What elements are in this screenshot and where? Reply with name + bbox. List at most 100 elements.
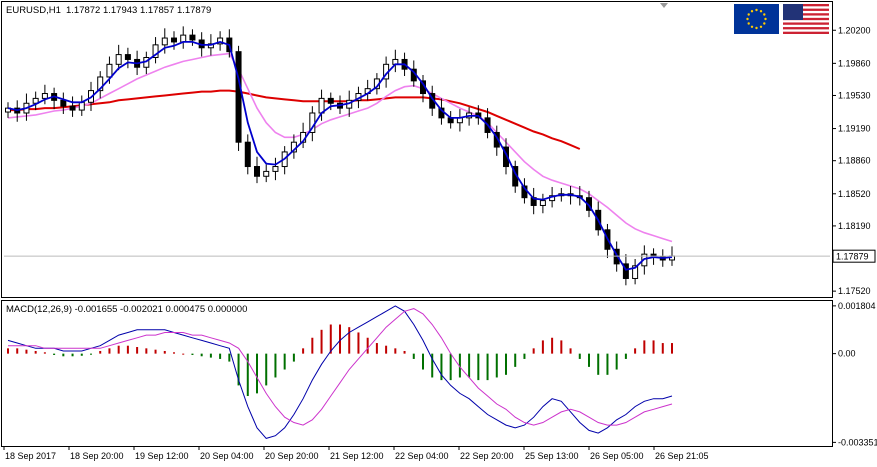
- macd-histogram-bar: [219, 353, 222, 359]
- eu-flag-star: [750, 10, 754, 13]
- x-tick-label: 21 Sep 12:00: [330, 451, 384, 461]
- eu-flag-star: [750, 25, 754, 28]
- macd-histogram-bar: [311, 337, 314, 354]
- price-tick-label: 1.19530: [838, 90, 871, 100]
- candle-body: [254, 166, 260, 177]
- macd-histogram-bar: [375, 343, 378, 354]
- x-tick-label: 22 Sep 04:00: [395, 451, 449, 461]
- macd-panel: [1, 300, 833, 447]
- macd-histogram-bar: [154, 349, 157, 354]
- macd-histogram-bar: [671, 343, 673, 354]
- eu-flag-star: [763, 22, 766, 25]
- price-tick-label: 1.19860: [838, 58, 871, 68]
- macd-histogram-bar: [71, 353, 74, 357]
- candle-body: [244, 141, 251, 168]
- macd-histogram-bar: [449, 353, 452, 381]
- candle-body: [69, 105, 76, 111]
- eu-flag-star: [764, 17, 767, 21]
- eu-flag-star: [747, 13, 750, 16]
- price-tick-label: 1.18520: [838, 189, 871, 199]
- macd-histogram-bar: [320, 329, 323, 354]
- macd-histogram-bar: [182, 353, 185, 355]
- candle-body: [60, 99, 67, 107]
- macd-histogram-bar: [292, 353, 295, 362]
- x-tick-label: 18 Sep 20:00: [70, 451, 124, 461]
- macd-histogram-bar: [357, 332, 360, 354]
- us-flag-canton: [783, 4, 803, 20]
- x-tick-label: 20 Sep 04:00: [200, 451, 254, 461]
- chart-canvas: EURUSD,H1 1.17872 1.17943 1.17857 1.1787…: [1, 1, 877, 461]
- candle-body: [106, 63, 113, 78]
- candle-body: [189, 34, 196, 41]
- macd-histogram-bar: [385, 345, 388, 354]
- macd-histogram-bar: [624, 353, 627, 359]
- x-tick-label: 18 Sep 2017: [5, 451, 56, 461]
- macd-histogram-bar: [348, 327, 351, 354]
- price-tick-label: 1.18190: [838, 221, 871, 231]
- macd-histogram-bar: [108, 348, 111, 354]
- price-tick-label: 1.20200: [838, 25, 871, 35]
- candle-body: [41, 93, 48, 99]
- macd-histogram-bar: [302, 348, 305, 354]
- us-flag-icon: [783, 4, 829, 34]
- macd-histogram-bar: [643, 340, 646, 354]
- macd-histogram-bar: [25, 349, 28, 354]
- macd-tick-label: 0.00: [838, 349, 856, 359]
- macd-histogram-bar: [560, 340, 563, 354]
- us-flag-stripe: [783, 22, 829, 25]
- us-flag-stripe: [783, 27, 829, 30]
- candle-body: [161, 37, 168, 46]
- macd-histogram-bar: [339, 324, 341, 354]
- macd-histogram-bar: [615, 353, 618, 370]
- candle-body: [272, 166, 279, 172]
- macd-histogram-bar: [412, 353, 415, 359]
- macd-histogram-bar: [394, 348, 397, 354]
- candle-body: [235, 51, 242, 143]
- macd-histogram-bar: [606, 353, 609, 375]
- macd-histogram-bar: [366, 337, 369, 354]
- macd-histogram-bar: [7, 348, 9, 354]
- macd-histogram-bar: [145, 348, 148, 354]
- price-tick-label: 1.17520: [838, 286, 871, 296]
- macd-histogram-bar: [578, 353, 581, 359]
- macd-histogram-bar: [652, 340, 655, 354]
- macd-histogram-bar: [468, 353, 471, 378]
- eu-flag-star: [755, 26, 758, 30]
- macd-title: MACD(12,26,9) -0.001655 -0.002021 0.0004…: [6, 304, 247, 315]
- candle-body: [171, 37, 177, 43]
- macd-histogram-bar: [477, 353, 480, 381]
- eu-flag-star: [759, 10, 763, 13]
- macd-histogram-bar: [532, 348, 535, 354]
- macd-histogram-bar: [136, 347, 139, 354]
- candle-body: [539, 200, 546, 206]
- x-tick-label: 19 Sep 12:00: [135, 451, 189, 461]
- candle-body: [78, 101, 85, 111]
- x-tick-label: 22 Sep 20:00: [460, 451, 514, 461]
- macd-histogram-bar: [597, 353, 600, 375]
- macd-histogram-bar: [117, 345, 120, 354]
- x-tick-label: 26 Sep 05:00: [590, 451, 644, 461]
- macd-histogram-bar: [551, 337, 554, 354]
- price-tick-label: 1.19190: [838, 124, 871, 134]
- current-price-label: 1.17879: [836, 252, 869, 262]
- macd-histogram-bar: [173, 352, 175, 354]
- macd-histogram-bar: [495, 353, 498, 378]
- macd-histogram-bar: [505, 353, 507, 375]
- macd-histogram-bar: [80, 353, 83, 356]
- macd-histogram-bar: [126, 345, 129, 354]
- candle-body: [180, 34, 187, 43]
- macd-histogram-bar: [274, 353, 277, 378]
- macd-histogram-bar: [265, 353, 268, 386]
- x-tick-label: 20 Sep 20:00: [265, 451, 319, 461]
- macd-histogram-bar: [523, 353, 526, 359]
- macd-histogram-bar: [486, 353, 489, 381]
- macd-histogram-bar: [283, 353, 286, 370]
- x-tick-label: 25 Sep 13:00: [525, 451, 579, 461]
- macd-histogram-bar: [634, 348, 637, 354]
- eu-flag-star: [755, 8, 758, 12]
- x-tick-label: 26 Sep 21:05: [655, 451, 709, 461]
- macd-histogram-bar: [422, 353, 424, 370]
- macd-histogram-bar: [403, 350, 406, 354]
- macd-histogram-bar: [99, 350, 102, 354]
- macd-histogram-bar: [53, 353, 56, 355]
